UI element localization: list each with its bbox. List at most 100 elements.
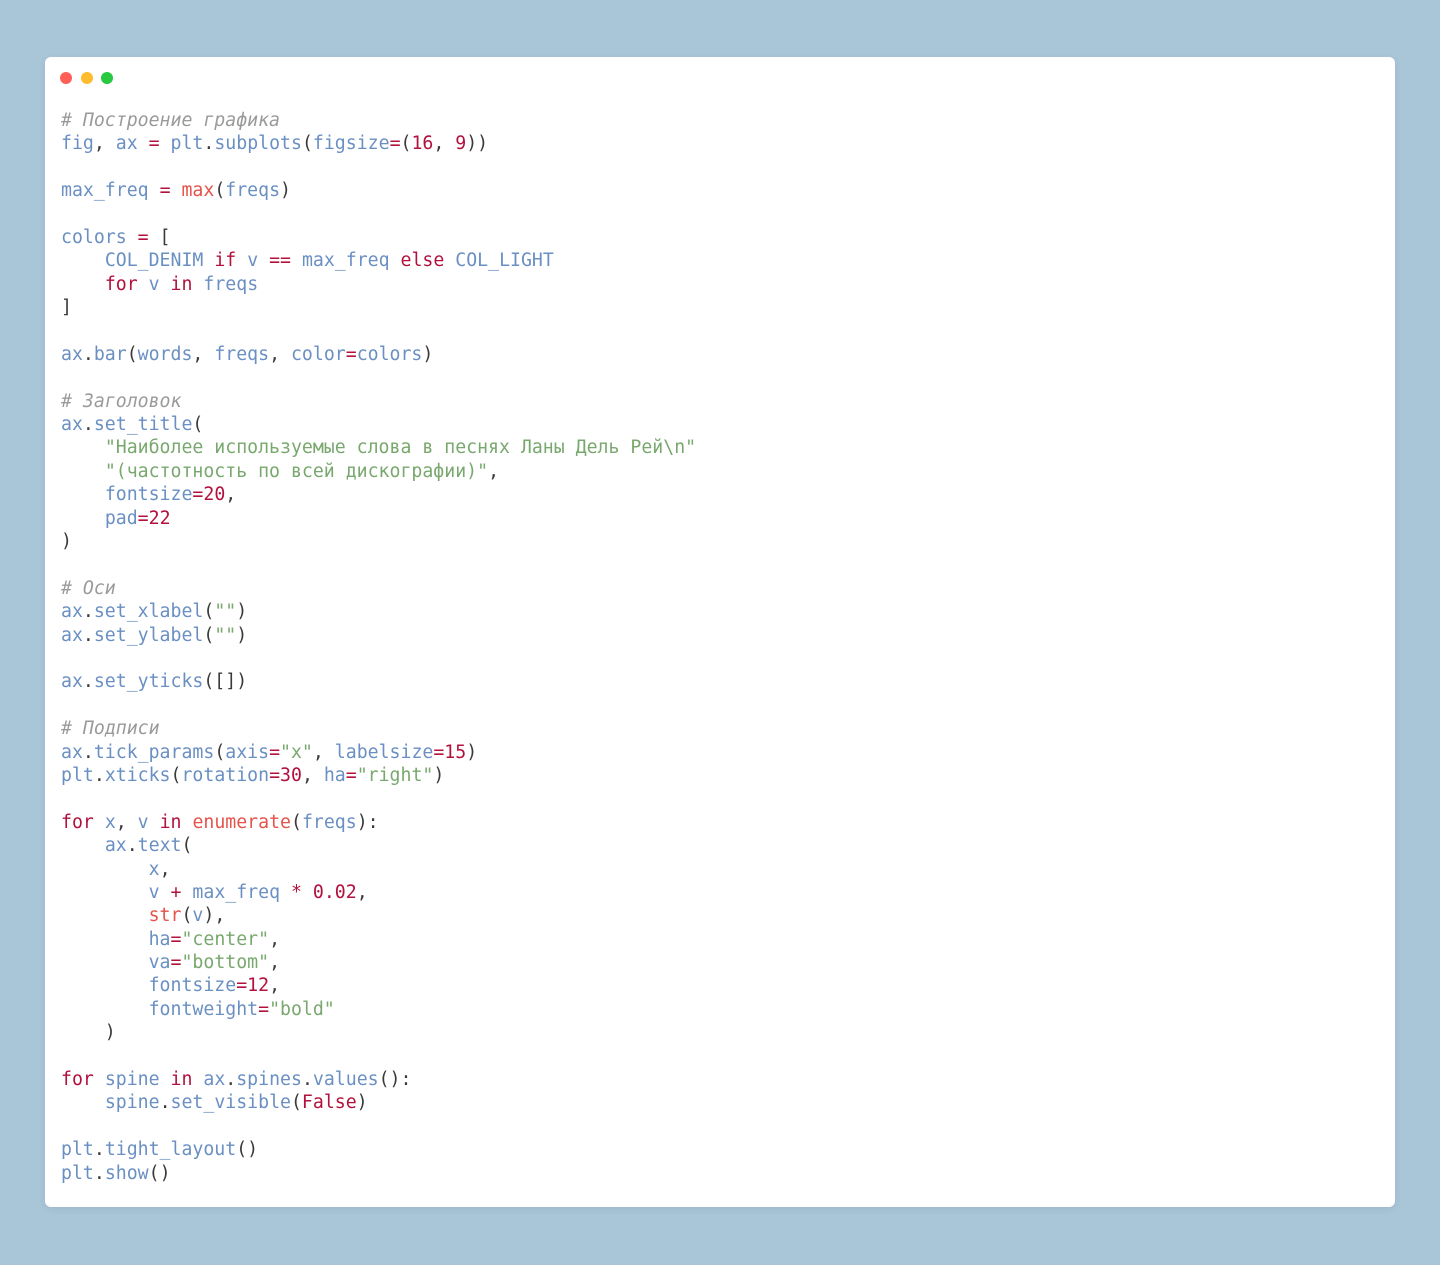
- identifier: set_title: [93, 414, 193, 436]
- punctuation: ,: [301, 764, 324, 786]
- identifier: colors: [61, 226, 127, 248]
- string-literal: "": [214, 624, 237, 646]
- punctuation: (: [214, 180, 226, 202]
- keyword-token: =20: [192, 484, 226, 506]
- code-line: # Оси: [61, 577, 696, 600]
- punctuation: [61, 859, 149, 880]
- keyword-token: *: [290, 881, 302, 903]
- identifier: bar: [93, 343, 127, 365]
- keyword-token: =15: [433, 741, 467, 763]
- punctuation: [61, 975, 149, 996]
- code-line: str(v),: [61, 904, 696, 927]
- punctuation: ,: [269, 343, 291, 365]
- identifier: v: [137, 811, 149, 833]
- punctuation: .: [93, 764, 105, 786]
- punctuation: .: [93, 1139, 105, 1161]
- identifier: fontweight: [148, 998, 259, 1020]
- punctuation: ,: [115, 811, 138, 833]
- punctuation: [192, 274, 203, 295]
- punctuation: [61, 484, 105, 505]
- punctuation: [291, 250, 302, 271]
- keyword-token: =: [389, 133, 401, 155]
- code-line: ]: [61, 296, 696, 319]
- identifier: COL_DENIM: [104, 250, 204, 272]
- punctuation: ,: [269, 928, 281, 950]
- code-line: fontsize=12,: [61, 974, 696, 997]
- code-line: ): [61, 530, 696, 553]
- punctuation: .: [159, 1092, 171, 1114]
- minimize-window-dot-icon[interactable]: [81, 72, 93, 84]
- identifier: v: [148, 273, 160, 295]
- string-literal: "center": [181, 928, 270, 950]
- punctuation: ): [280, 180, 291, 202]
- punctuation: (): [236, 1139, 259, 1161]
- identifier: tick_params: [93, 741, 215, 763]
- code-line: colors = [: [61, 226, 696, 249]
- identifier: ha: [148, 928, 171, 950]
- punctuation: (: [290, 1092, 302, 1114]
- code-line: # Подписи: [61, 717, 696, 740]
- keyword-token: 9: [455, 133, 467, 155]
- keyword-token: else: [400, 250, 445, 272]
- identifier: ax: [61, 601, 83, 623]
- keyword-token: +: [170, 881, 182, 903]
- punctuation: [61, 274, 105, 295]
- code-line: ha="center",: [61, 928, 696, 951]
- maximize-window-dot-icon[interactable]: [101, 72, 113, 84]
- punctuation: ,: [488, 460, 500, 482]
- identifier: rotation: [181, 764, 270, 786]
- punctuation: [181, 812, 192, 833]
- punctuation: (: [192, 414, 204, 436]
- identifier: axis: [225, 741, 270, 763]
- punctuation: [61, 1092, 105, 1113]
- punctuation: [171, 180, 182, 201]
- identifier: freqs: [203, 273, 259, 295]
- identifier: xticks: [104, 764, 171, 786]
- identifier: fig: [61, 133, 94, 155]
- identifier: plt: [170, 133, 204, 155]
- identifier: subplots: [214, 133, 302, 155]
- punctuation: [203, 250, 214, 271]
- punctuation: ): [236, 624, 248, 646]
- string-literal: "x": [280, 741, 313, 763]
- identifier: set_xlabel: [93, 601, 204, 623]
- identifier: ax: [61, 414, 83, 436]
- identifier: v: [192, 905, 204, 927]
- keyword-token: ==: [269, 250, 291, 272]
- punctuation: )): [466, 133, 489, 155]
- keyword-token: 16: [411, 133, 434, 155]
- punctuation: ,: [225, 484, 237, 506]
- punctuation: [390, 250, 401, 271]
- identifier: ax: [115, 133, 138, 155]
- keyword-token: =: [345, 764, 357, 786]
- string-literal: "bottom": [181, 952, 270, 974]
- code-line: v + max_freq * 0.02,: [61, 881, 696, 904]
- comment: # Оси: [61, 577, 116, 599]
- punctuation: ,: [269, 975, 281, 997]
- keyword-token: =12: [236, 975, 270, 997]
- code-line: ax.bar(words, freqs, color=colors): [61, 343, 696, 366]
- identifier: ax: [203, 1069, 226, 1091]
- keyword-token: =: [159, 180, 171, 202]
- punctuation: (: [400, 133, 412, 155]
- keyword-token: =: [170, 928, 182, 950]
- keyword-token: in: [170, 273, 193, 295]
- punctuation: [280, 882, 291, 903]
- punctuation: [181, 882, 192, 903]
- close-window-dot-icon[interactable]: [60, 72, 72, 84]
- punctuation: ): [356, 1092, 368, 1114]
- punctuation: (: [214, 741, 226, 763]
- builtin-function: max: [181, 180, 215, 202]
- keyword-token: for: [104, 273, 138, 295]
- punctuation: [160, 882, 171, 903]
- punctuation: ,: [269, 952, 281, 974]
- code-block: # Построение графика fig, ax = plt.subplo…: [61, 109, 696, 1185]
- punctuation: ():: [378, 1069, 412, 1091]
- punctuation: ,: [159, 858, 171, 880]
- keyword-token: for: [61, 811, 94, 833]
- keyword-token: in: [159, 811, 182, 833]
